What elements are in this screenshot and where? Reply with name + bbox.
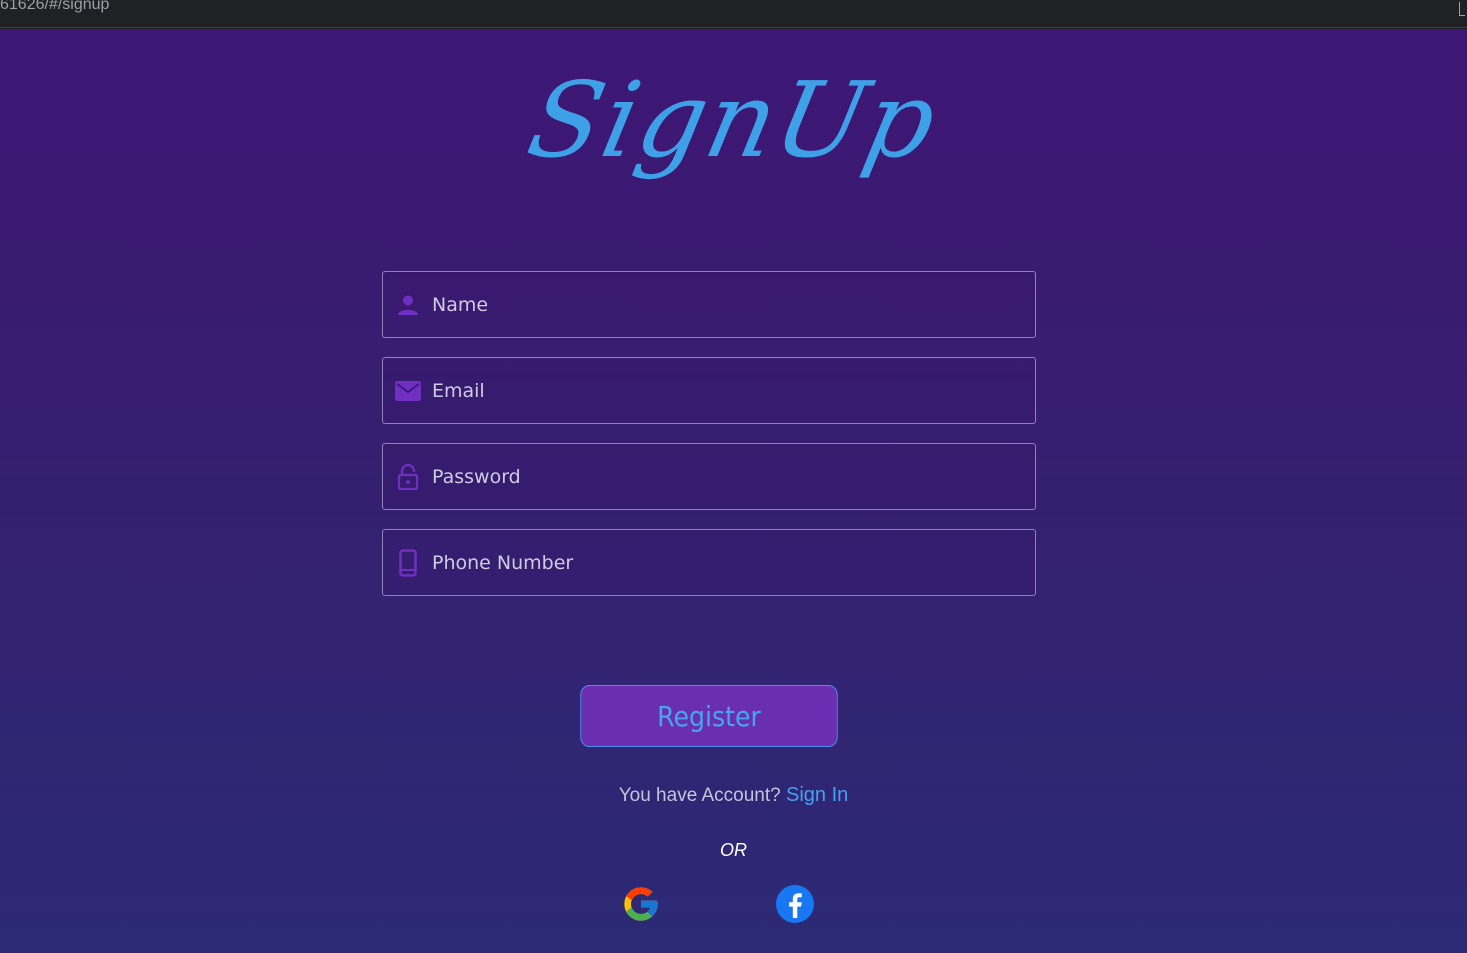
google-icon[interactable] <box>620 883 662 925</box>
signin-prompt: You have Account? Sign In <box>0 784 1467 807</box>
signup-page: SignUp Name Email Phone Number Register … <box>0 29 1467 953</box>
sign-in-link[interactable]: Sign In <box>786 784 848 806</box>
phone-field[interactable] <box>382 529 1036 596</box>
account-prompt-text: You have Account? <box>618 785 781 806</box>
phone-input[interactable] <box>432 530 1022 595</box>
page-title: SignUp <box>518 59 949 181</box>
or-divider: OR <box>720 840 747 860</box>
name-input[interactable] <box>432 272 1022 337</box>
email-field[interactable] <box>382 357 1036 424</box>
lock-icon <box>395 464 421 490</box>
password-field[interactable] <box>382 443 1036 510</box>
facebook-icon[interactable] <box>774 883 816 925</box>
email-input[interactable] <box>432 358 1022 423</box>
corner-icon <box>1459 2 1465 16</box>
phone-icon <box>395 549 421 577</box>
name-field[interactable] <box>382 271 1036 338</box>
password-input[interactable] <box>432 444 1022 509</box>
register-button[interactable]: Register <box>580 685 838 747</box>
person-icon <box>395 292 421 318</box>
mail-icon <box>395 378 421 404</box>
address-bar-url[interactable]: 61626/#/signup <box>0 0 109 14</box>
browser-topbar: 61626/#/signup <box>0 0 1467 28</box>
